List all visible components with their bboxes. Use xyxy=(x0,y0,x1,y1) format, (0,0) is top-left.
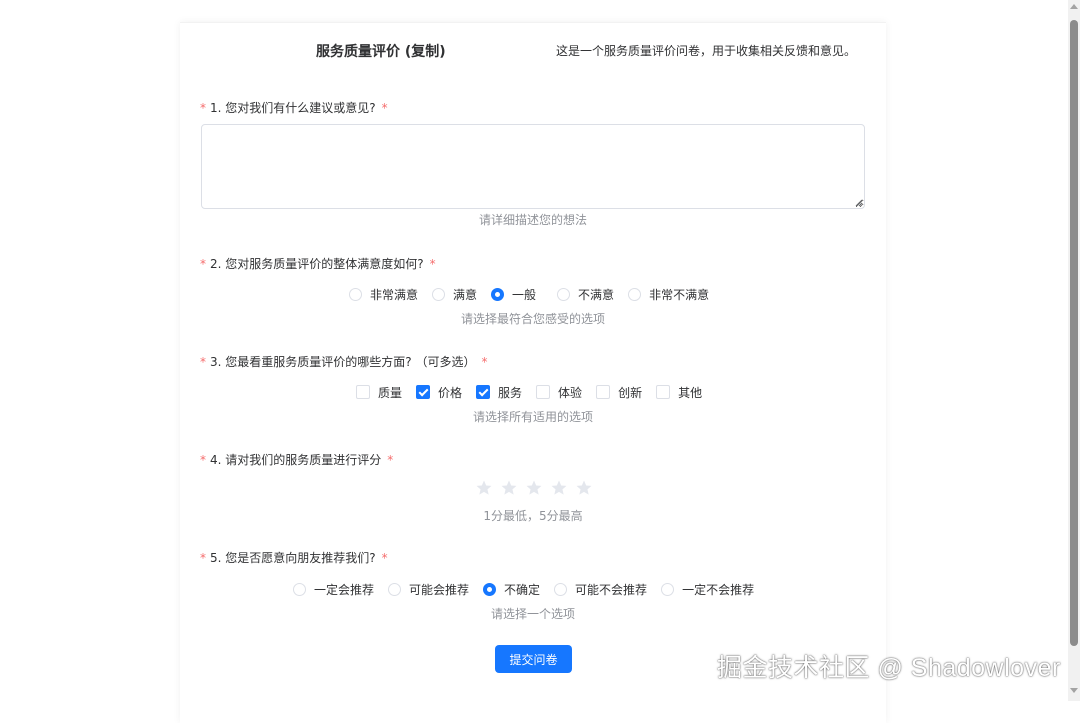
checkbox-checked-icon[interactable] xyxy=(476,385,491,399)
question-4-text: 4. 请对我们的服务质量进行评分 xyxy=(210,453,382,467)
radio-circle[interactable] xyxy=(628,287,642,301)
checkbox-option-label: 价格 xyxy=(438,385,463,400)
question-3-text: 3. 您最看重服务质量评价的哪些方面? （可多选） xyxy=(210,355,476,369)
required-marker: * xyxy=(481,355,488,369)
radio-circle[interactable] xyxy=(661,582,675,596)
radio-option-label: 满意 xyxy=(453,287,478,302)
resize-grip-icon[interactable] xyxy=(855,199,863,207)
question-2-text: 2. 您对服务质量评价的整体满意度如何? xyxy=(210,257,424,271)
required-marker: * xyxy=(381,551,388,565)
aspects-checkbox-group: 质量 价格 服务 体验 创新 其他 xyxy=(356,383,702,401)
radio-option-label: 不满意 xyxy=(578,287,615,302)
radio-option-very-satisfied[interactable]: 非常满意 xyxy=(349,286,418,303)
question-3-label: * 3. 您最看重服务质量评价的哪些方面? （可多选） * xyxy=(200,353,487,370)
required-asterisk: * xyxy=(200,355,206,369)
radio-option-very-unsatisfied[interactable]: 非常不满意 xyxy=(628,286,709,303)
radio-option-label: 非常不满意 xyxy=(649,287,710,302)
question-5-text: 5. 您是否愿意向朋友推荐我们? xyxy=(210,551,376,565)
checkbox-option-label: 体验 xyxy=(558,385,583,400)
suggestion-textarea[interactable] xyxy=(201,124,865,209)
satisfaction-radio-group: 非常满意 满意 一般 不满意 非常不满意 xyxy=(349,285,709,303)
checkbox-option-experience[interactable]: 体验 xyxy=(536,384,582,401)
star-icon[interactable] xyxy=(475,479,493,497)
checkbox-checked-icon[interactable] xyxy=(416,385,431,399)
radio-circle[interactable] xyxy=(557,287,571,301)
radio-circle-selected[interactable] xyxy=(491,287,505,301)
checkbox-box[interactable] xyxy=(536,385,551,399)
checkbox-option-innovation[interactable]: 创新 xyxy=(596,384,642,401)
radio-option-label: 非常满意 xyxy=(370,287,419,302)
radio-option-label: 一定不会推荐 xyxy=(682,582,755,597)
checkbox-option-label: 其他 xyxy=(678,385,703,400)
radio-option-label: 不确定 xyxy=(504,582,541,597)
radio-circle[interactable] xyxy=(554,582,568,596)
star-icon[interactable] xyxy=(525,479,543,497)
required-asterisk: * xyxy=(200,453,206,467)
required-marker: * xyxy=(429,257,436,271)
star-icon[interactable] xyxy=(500,479,518,497)
radio-circle[interactable] xyxy=(432,287,446,301)
radio-option-label: 一般 xyxy=(512,287,537,302)
watermark: 掘金技术社区 @ Shadowlover xyxy=(717,654,1061,682)
survey-header: 服务质量评价 (复制) 这是一个服务质量评价问卷，用于收集相关反馈和意见。 xyxy=(180,23,886,77)
survey-title: 服务质量评价 (复制) xyxy=(316,44,446,60)
question-1-text: 1. 您对我们有什么建议或意见? xyxy=(210,101,376,115)
checkbox-option-label: 服务 xyxy=(498,385,523,400)
scrollbar-thumb[interactable] xyxy=(1070,20,1078,646)
checkbox-option-quality[interactable]: 质量 xyxy=(356,384,402,401)
required-marker: * xyxy=(387,453,394,467)
star-icon[interactable] xyxy=(575,479,593,497)
question-3-hint: 请选择所有适用的选项 xyxy=(472,410,593,424)
checkbox-option-label: 创新 xyxy=(618,385,643,400)
submit-button[interactable]: 提交问卷 xyxy=(495,645,572,673)
radio-option-definitely-recommend[interactable]: 一定会推荐 xyxy=(293,581,374,598)
recommend-radio-group: 一定会推荐 可能会推荐 不确定 可能不会推荐 一定不会推荐 xyxy=(293,580,754,598)
required-asterisk: * xyxy=(200,257,206,271)
question-2-label: * 2. 您对服务质量评价的整体满意度如何? * xyxy=(200,255,436,272)
question-1-label: * 1. 您对我们有什么建议或意见? * xyxy=(200,99,388,116)
radio-option-maybe-not-recommend[interactable]: 可能不会推荐 xyxy=(554,581,647,598)
question-4-label: * 4. 请对我们的服务质量进行评分 * xyxy=(200,451,393,468)
survey-description: 这是一个服务质量评价问卷，用于收集相关反馈和意见。 xyxy=(556,44,857,58)
question-4-hint: 1分最低，5分最高 xyxy=(483,509,583,523)
scroll-down-arrow-icon[interactable] xyxy=(1070,688,1078,693)
question-5-hint: 请选择一个选项 xyxy=(490,607,575,621)
checkbox-option-service[interactable]: 服务 xyxy=(476,384,522,401)
question-1-hint: 请详细描述您的想法 xyxy=(478,213,587,227)
rating-stars xyxy=(475,479,600,499)
radio-circle[interactable] xyxy=(349,287,362,301)
radio-option-maybe-recommend[interactable]: 可能会推荐 xyxy=(388,581,469,598)
radio-option-not-sure[interactable]: 不确定 xyxy=(483,581,540,598)
radio-circle[interactable] xyxy=(293,582,306,596)
checkbox-option-other[interactable]: 其他 xyxy=(656,384,702,401)
radio-option-definitely-not-recommend[interactable]: 一定不会推荐 xyxy=(661,581,754,598)
required-asterisk: * xyxy=(200,101,206,115)
radio-circle-selected[interactable] xyxy=(483,582,497,596)
radio-option-satisfied[interactable]: 满意 xyxy=(432,286,477,303)
checkbox-box[interactable] xyxy=(596,385,611,399)
question-5-label: * 5. 您是否愿意向朋友推荐我们? * xyxy=(200,549,388,566)
required-marker: * xyxy=(381,101,388,115)
required-asterisk: * xyxy=(200,551,206,565)
checkbox-box[interactable] xyxy=(356,385,370,399)
radio-option-label: 可能不会推荐 xyxy=(575,582,648,597)
radio-option-unsatisfied[interactable]: 不满意 xyxy=(557,286,614,303)
radio-option-label: 一定会推荐 xyxy=(314,582,375,597)
radio-option-label: 可能会推荐 xyxy=(409,582,470,597)
survey-card: 服务质量评价 (复制) 这是一个服务质量评价问卷，用于收集相关反馈和意见。 * 1… xyxy=(180,22,886,723)
question-2-hint: 请选择最符合您感受的选项 xyxy=(460,312,605,326)
scroll-up-arrow-icon[interactable] xyxy=(1070,4,1078,9)
star-icon[interactable] xyxy=(550,479,568,497)
checkbox-option-price[interactable]: 价格 xyxy=(416,384,462,401)
radio-option-neutral[interactable]: 一般 xyxy=(491,286,536,303)
radio-circle[interactable] xyxy=(388,582,402,596)
checkbox-option-label: 质量 xyxy=(378,385,403,400)
checkbox-box[interactable] xyxy=(656,385,671,399)
